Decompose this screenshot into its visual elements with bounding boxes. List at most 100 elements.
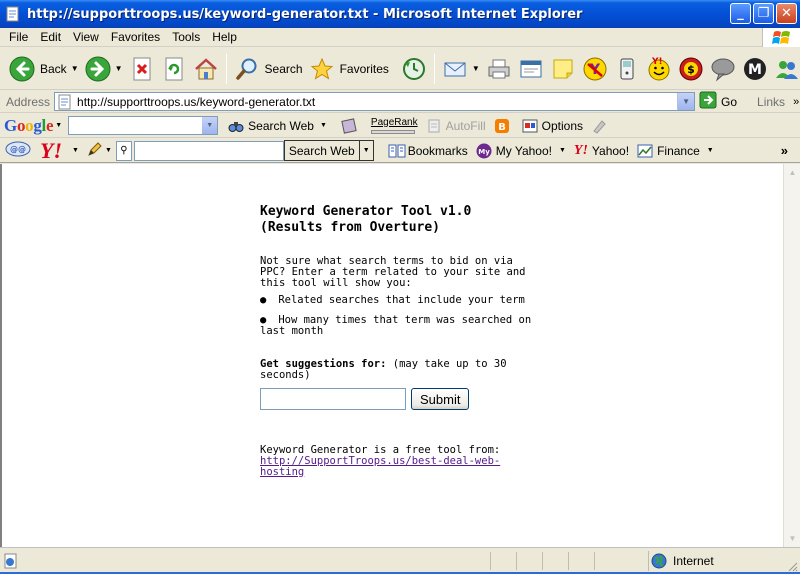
- stop-button[interactable]: [126, 51, 158, 87]
- yahoo-menu-dropdown-icon[interactable]: ▼: [72, 147, 79, 154]
- favorites-button[interactable]: Favorites: [306, 51, 392, 87]
- standard-toolbar: Back ▼ ▼ Search Favorites ▼ Y! $ M: [0, 48, 800, 90]
- menu-file[interactable]: File: [0, 30, 34, 44]
- address-url[interactable]: http://supporttroops.us/keyword-generato…: [77, 95, 315, 109]
- yahoo-y-icon: Y!: [573, 142, 588, 158]
- yahoo-search-dropdown-icon[interactable]: ▼: [359, 140, 374, 161]
- pagerank-bar: [370, 129, 415, 134]
- pagerank-indicator: PageRank: [370, 116, 418, 134]
- resize-grip-icon[interactable]: [786, 560, 798, 572]
- menu-tools[interactable]: Tools: [166, 30, 206, 44]
- autofill-button[interactable]: AutoFill: [426, 118, 486, 134]
- globe-icon: [651, 553, 667, 569]
- pencil-icon[interactable]: [87, 141, 103, 160]
- keyword-input[interactable]: [260, 388, 406, 410]
- bullet-icon: ●: [260, 294, 267, 306]
- my-yahoo-icon: My: [476, 143, 492, 159]
- vertical-scrollbar[interactable]: ▲ ▼: [783, 164, 800, 547]
- google-search-dropdown-icon[interactable]: ▼: [202, 117, 218, 134]
- back-dropdown-icon[interactable]: ▼: [71, 64, 79, 73]
- bookmarks-button[interactable]: Bookmarks: [388, 143, 468, 159]
- autofill-icon: [426, 118, 442, 134]
- google-options-button[interactable]: Options: [522, 118, 583, 134]
- page-title: Keyword Generator Tool v1.0 (Results fro…: [260, 204, 540, 236]
- mail-button[interactable]: ▼: [439, 51, 483, 87]
- toolbar-grip-icon[interactable]: @@: [4, 140, 32, 161]
- menu-favorites[interactable]: Favorites: [105, 30, 166, 44]
- status-panel: [542, 552, 568, 570]
- finance-button[interactable]: Finance ▼: [637, 143, 714, 159]
- keyword-form: Submit: [260, 388, 540, 410]
- history-button[interactable]: [398, 51, 430, 87]
- mail-dropdown-icon[interactable]: ▼: [472, 64, 480, 73]
- scroll-down-icon[interactable]: ▼: [784, 530, 800, 547]
- discuss-button[interactable]: [707, 51, 739, 87]
- list-item-text: How many times that term was searched on…: [260, 314, 532, 337]
- finance-dropdown-icon[interactable]: ▼: [707, 147, 714, 154]
- binoculars-icon: [228, 118, 244, 134]
- go-button[interactable]: Go: [699, 91, 737, 112]
- status-bar: Internet: [0, 547, 800, 574]
- my-yahoo-dropdown-icon[interactable]: ▼: [559, 147, 566, 154]
- maximize-button[interactable]: ❐: [753, 3, 774, 24]
- submit-button[interactable]: Submit: [411, 388, 470, 410]
- links-button[interactable]: Links »: [757, 95, 799, 109]
- news-icon: [341, 117, 357, 134]
- messenger-buddies-button[interactable]: [771, 51, 800, 87]
- forward-dropdown-icon[interactable]: ▼: [115, 64, 123, 73]
- yahoo-messenger-button[interactable]: Y: [579, 51, 611, 87]
- address-input[interactable]: http://supporttroops.us/keyword-generato…: [54, 92, 696, 111]
- finance-chart-icon: [637, 143, 653, 159]
- highlight-button[interactable]: [591, 118, 611, 134]
- yahoo-logo[interactable]: Y!: [40, 138, 62, 164]
- print-button[interactable]: [483, 51, 515, 87]
- google-menu-dropdown-icon[interactable]: ▼: [55, 122, 62, 129]
- search-button[interactable]: Search: [231, 51, 306, 87]
- windows-logo-icon: [762, 28, 800, 47]
- phone-button[interactable]: [611, 51, 643, 87]
- google-logo[interactable]: Google: [4, 116, 54, 136]
- page-content: Keyword Generator Tool v1.0 (Results fro…: [0, 164, 783, 547]
- blogger-button[interactable]: B: [494, 118, 514, 134]
- yahoo-search-web-button[interactable]: Search Web: [283, 140, 360, 161]
- hosting-link[interactable]: http://SupportTroops.us/best-deal-web-ho…: [260, 455, 500, 478]
- close-button[interactable]: ✕: [776, 3, 797, 24]
- google-search-web-button[interactable]: Search Web ▼: [228, 118, 327, 134]
- msn-button[interactable]: M: [739, 51, 771, 87]
- menu-help[interactable]: Help: [206, 30, 243, 44]
- refresh-button[interactable]: [158, 51, 190, 87]
- svg-text:M: M: [748, 62, 762, 78]
- back-button[interactable]: Back ▼: [6, 51, 82, 87]
- edit-button[interactable]: [515, 51, 547, 87]
- address-dropdown-icon[interactable]: ▼: [677, 93, 695, 110]
- google-news-button[interactable]: [341, 117, 361, 134]
- yahoo-smiley-button[interactable]: Y!: [643, 51, 675, 87]
- forward-button[interactable]: ▼: [82, 51, 126, 87]
- feature-list: ● Related searches that include your term…: [260, 295, 540, 337]
- form-label: Get suggestions for: (may take up to 30 …: [260, 359, 540, 381]
- search-key-icon: ⚲: [115, 140, 132, 161]
- svg-text:My: My: [478, 148, 490, 156]
- pencil-dropdown-icon[interactable]: ▼: [105, 147, 112, 154]
- scroll-up-icon[interactable]: ▲: [784, 164, 800, 181]
- casino-button[interactable]: $: [675, 51, 707, 87]
- google-search-input[interactable]: ▼: [68, 116, 219, 135]
- options-icon: [522, 118, 538, 134]
- casino-chip-icon: $: [678, 56, 704, 82]
- links-label: Links: [757, 94, 786, 109]
- toolbar-overflow-chevron-icon[interactable]: »: [781, 143, 788, 158]
- notes-button[interactable]: [547, 51, 579, 87]
- my-yahoo-button[interactable]: My My Yahoo! ▼: [476, 143, 566, 159]
- svg-text:@@: @@: [10, 145, 26, 154]
- yahoo-search-input[interactable]: [133, 140, 284, 161]
- yahoo-home-button[interactable]: Y! Yahoo!: [574, 143, 629, 159]
- buddies-icon: [774, 56, 800, 82]
- home-button[interactable]: [190, 51, 222, 87]
- menu-edit[interactable]: Edit: [34, 30, 67, 44]
- menu-view[interactable]: View: [67, 30, 105, 44]
- security-zone: Internet: [648, 551, 714, 571]
- google-search-web-dropdown-icon[interactable]: ▼: [320, 122, 327, 129]
- minimize-button[interactable]: _: [730, 3, 751, 24]
- document-body: Keyword Generator Tool v1.0 (Results fro…: [260, 204, 540, 478]
- pagerank-label: PageRank: [370, 116, 418, 128]
